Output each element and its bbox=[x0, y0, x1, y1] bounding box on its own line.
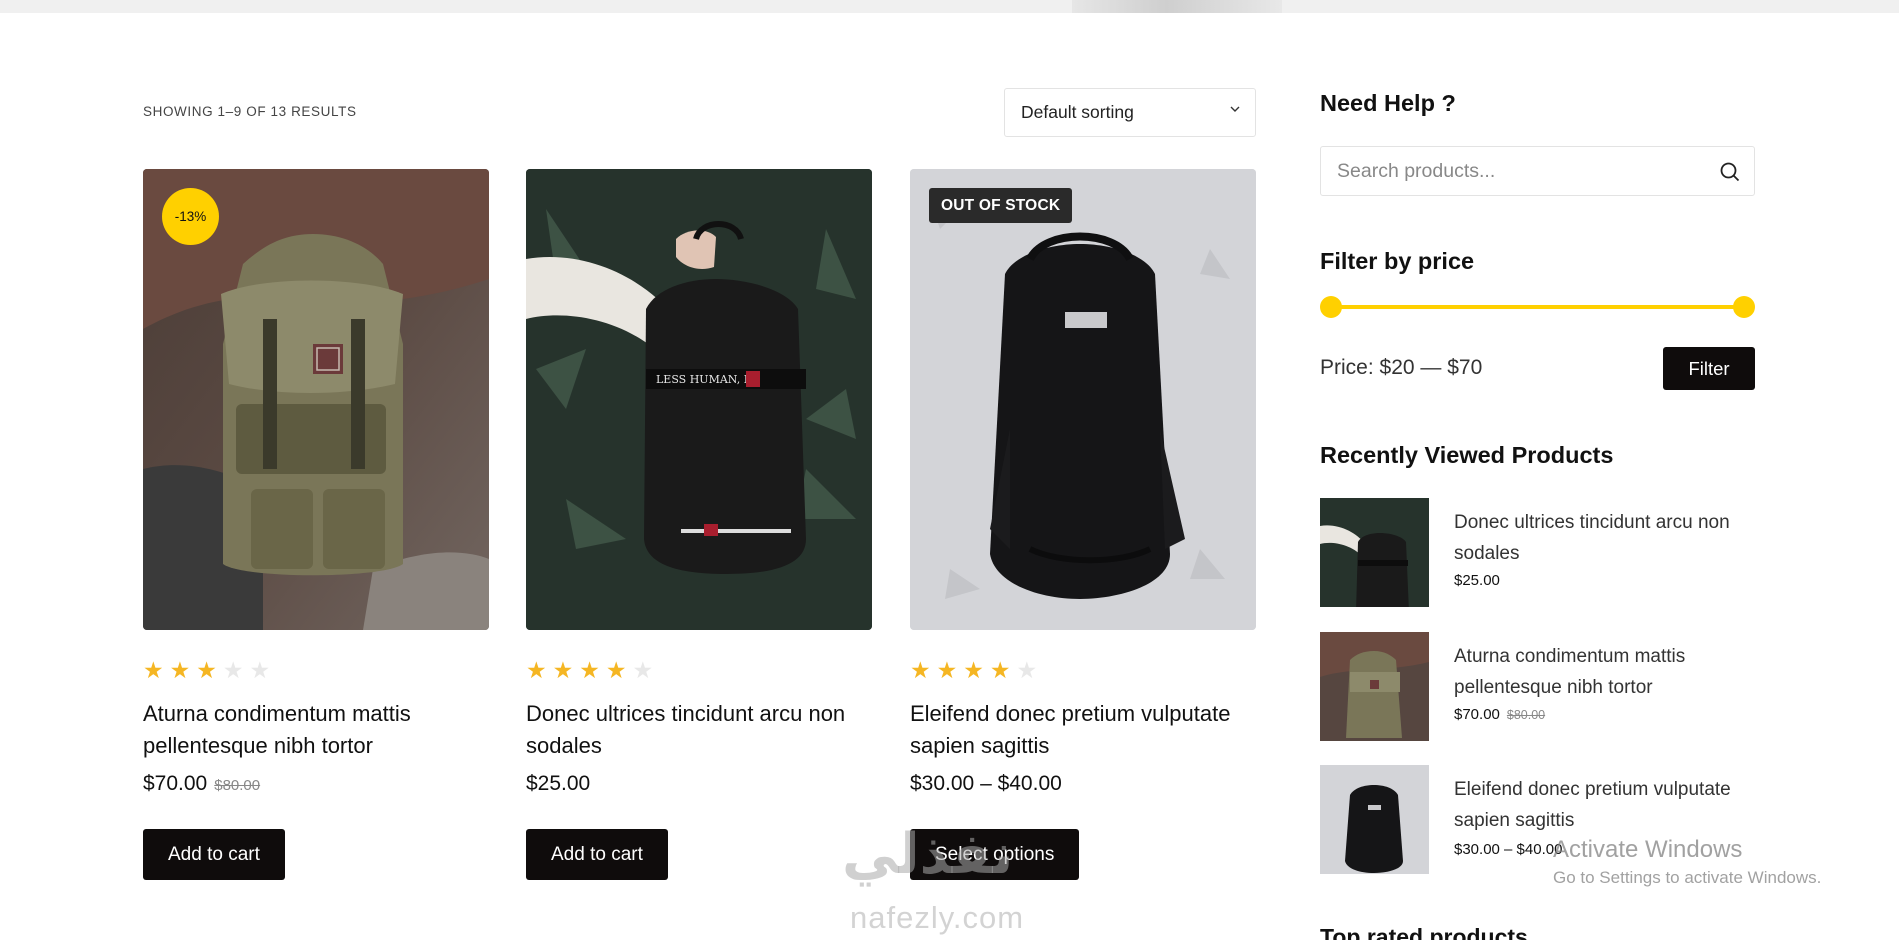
product-title[interactable]: Aturna condimentum mattis pellentesque n… bbox=[143, 698, 489, 762]
product-price: $25.00 bbox=[526, 772, 590, 796]
old-price: $80.00 bbox=[1506, 708, 1546, 722]
price-range-label: Price: $20 — $70 bbox=[1320, 356, 1483, 379]
activate-windows-title: Activate Windows bbox=[1553, 836, 1743, 863]
star-icon: ★ bbox=[936, 657, 958, 683]
filter-button[interactable]: Filter bbox=[1663, 347, 1755, 390]
need-help-heading: Need Help ? bbox=[1320, 90, 1456, 116]
slider-max-handle[interactable] bbox=[1733, 296, 1755, 318]
star-icon: ★ bbox=[526, 657, 547, 683]
product-image[interactable]: -13% bbox=[143, 169, 489, 630]
star-icon: ★ bbox=[989, 657, 1011, 683]
product-title[interactable]: Donec ultrices tincidunt arcu non sodale… bbox=[526, 698, 872, 762]
old-price: $80.00 bbox=[214, 777, 261, 794]
star-icon: ★ bbox=[632, 657, 654, 683]
product-price: $30.00 – $40.00 bbox=[910, 772, 1062, 796]
sale-badge: -13% bbox=[162, 188, 219, 245]
watermark-arabic-text: نفذلي bbox=[842, 822, 1014, 887]
svg-text:LESS HUMAN, RE: LESS HUMAN, RE bbox=[656, 373, 760, 386]
star-icon: ★ bbox=[1016, 657, 1038, 683]
recently-viewed-title[interactable]: Donec ultrices tincidunt arcu non sodale… bbox=[1454, 508, 1754, 569]
star-icon: ★ bbox=[579, 657, 600, 683]
star-icon: ★ bbox=[169, 657, 191, 683]
recently-viewed-price: $30.00 – $40.00 bbox=[1454, 841, 1562, 858]
recently-viewed-title[interactable]: Aturna condimentum mattis pellentesque n… bbox=[1454, 642, 1754, 703]
current-price: $70.00 bbox=[143, 772, 208, 795]
slider-min-handle[interactable] bbox=[1320, 296, 1342, 318]
product-title[interactable]: Eleifend donec pretium vulputate sapien … bbox=[910, 698, 1256, 762]
star-icon: ★ bbox=[552, 657, 574, 683]
star-icon: ★ bbox=[143, 657, 164, 683]
search-input[interactable]: Search products... bbox=[1320, 146, 1755, 196]
add-to-cart-button[interactable]: Add to cart bbox=[143, 829, 285, 880]
star-icon: ★ bbox=[249, 657, 271, 683]
star-rating: ★ ★ ★ ★ ★ bbox=[910, 659, 1037, 682]
current-price: $30.00 – $40.00 bbox=[910, 772, 1062, 795]
star-icon: ★ bbox=[196, 657, 217, 683]
watermark-domain-text: nafezly.com bbox=[850, 900, 1025, 935]
star-icon: ★ bbox=[605, 657, 627, 683]
recently-viewed-heading: Recently Viewed Products bbox=[1320, 442, 1614, 468]
search-icon[interactable] bbox=[1718, 160, 1742, 190]
star-icon: ★ bbox=[963, 657, 984, 683]
current-price: $30.00 – $40.00 bbox=[1454, 841, 1563, 858]
product-card: -13% ★ ★ ★ ★ ★ Aturna condimentum mattis pel… bbox=[143, 169, 489, 880]
sorting-selected-value: Default sorting bbox=[1021, 102, 1134, 122]
chevron-down-icon bbox=[1229, 102, 1241, 118]
current-price: $25.00 bbox=[526, 772, 591, 795]
banner-image-edge bbox=[1072, 0, 1282, 13]
activate-windows-subtitle: Go to Settings to activate Windows. bbox=[1553, 868, 1822, 887]
recently-viewed-item[interactable]: Aturna condimentum mattis pellentesque n… bbox=[1320, 632, 1760, 742]
result-count: SHOWING 1–9 OF 13 RESULTS bbox=[143, 104, 357, 119]
out-of-stock-badge: OUT OF STOCK bbox=[929, 188, 1073, 223]
recently-viewed-price: $70.00 $80.00 bbox=[1454, 706, 1545, 723]
top-rated-heading: Top rated products bbox=[1320, 924, 1528, 940]
product-thumbnail[interactable] bbox=[1320, 632, 1429, 741]
star-rating: ★ ★ ★ ★ ★ bbox=[143, 659, 270, 682]
current-price: $25.00 bbox=[1454, 572, 1500, 589]
filter-by-price-heading: Filter by price bbox=[1320, 248, 1475, 274]
product-thumbnail[interactable] bbox=[1320, 765, 1429, 874]
slider-track bbox=[1330, 305, 1745, 309]
sorting-select[interactable]: Default sorting bbox=[1004, 88, 1256, 137]
top-banner-strip bbox=[0, 0, 1899, 13]
star-icon: ★ bbox=[222, 657, 244, 683]
watermark-logo: نفذلي nafezly.com bbox=[842, 822, 1052, 940]
product-image[interactable]: LESS HUMAN, RE bbox=[526, 169, 872, 630]
current-price: $70.00 bbox=[1454, 706, 1500, 723]
product-card: OUT OF STOCK ★ ★ ★ ★ ★ Eleifend donec pretiu… bbox=[910, 169, 1256, 880]
search-placeholder: Search products... bbox=[1337, 159, 1496, 182]
product-thumbnail[interactable] bbox=[1320, 498, 1429, 607]
product-price: $70.00 $80.00 bbox=[143, 772, 260, 796]
add-to-cart-button[interactable]: Add to cart bbox=[526, 829, 668, 880]
product-image[interactable]: OUT OF STOCK bbox=[910, 169, 1256, 630]
product-card: LESS HUMAN, RE ★ ★ ★ ★ ★ Donec ultrices tinc… bbox=[526, 169, 872, 880]
star-rating: ★ ★ ★ ★ ★ bbox=[526, 659, 653, 682]
star-icon: ★ bbox=[910, 657, 931, 683]
recently-viewed-item[interactable]: Donec ultrices tincidunt arcu non sodale… bbox=[1320, 498, 1760, 608]
recently-viewed-price: $25.00 bbox=[1454, 572, 1500, 589]
price-range-slider[interactable] bbox=[1320, 296, 1755, 318]
recently-viewed-title[interactable]: Eleifend donec pretium vulputate sapien … bbox=[1454, 775, 1754, 836]
